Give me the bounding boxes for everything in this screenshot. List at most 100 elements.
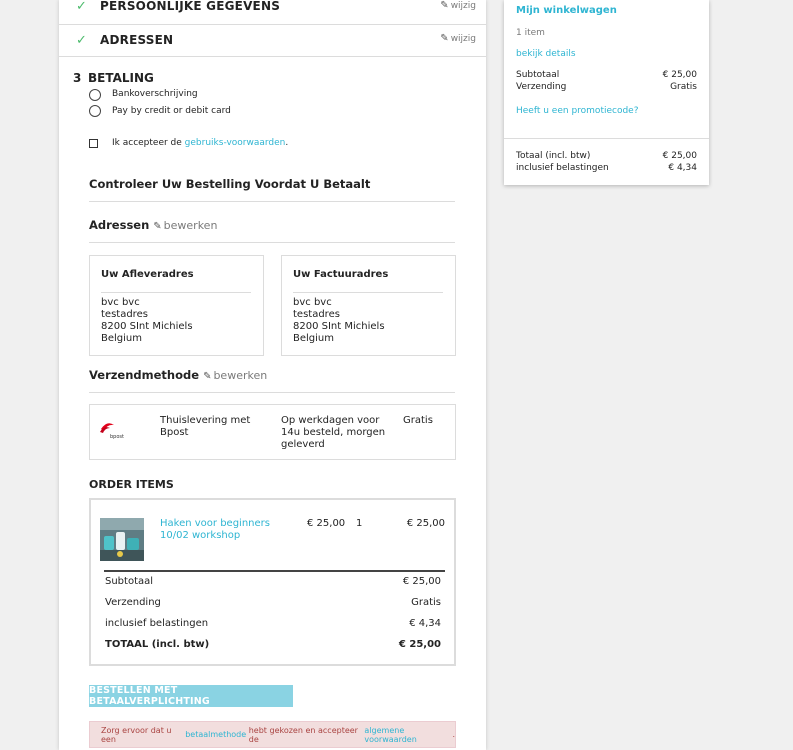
- order-tax-value: € 4,34: [409, 618, 441, 629]
- terms-link[interactable]: gebruiks-voorwaarden: [185, 138, 286, 148]
- order-tax-row: inclusief belastingen € 4,34: [105, 618, 441, 629]
- edit-personal-label: wijzig: [450, 1, 476, 11]
- terms-suffix: .: [285, 138, 289, 148]
- address-line: testadres: [101, 309, 148, 320]
- svg-text:bpost: bpost: [110, 434, 124, 440]
- terms-prefix: Ik accepteer de: [112, 138, 185, 148]
- addresses-heading: Adressen ✎ bewerken: [89, 218, 217, 232]
- step-personal-title: Persoonlijke gegevens: [100, 0, 281, 13]
- order-item-qty: 1: [356, 518, 363, 529]
- cart-details-link[interactable]: bekijk details: [516, 49, 576, 59]
- cart-item-count: 1 item: [516, 28, 545, 38]
- cart-total-label: Totaal (incl. btw): [516, 151, 591, 161]
- invoice-address-card: Uw Factuuradres bvc bvc testadres 8200 S…: [281, 255, 456, 356]
- address-line: 8200 SInt Michiels: [293, 321, 385, 332]
- edit-shipping-link[interactable]: bewerken: [213, 369, 267, 382]
- invoice-address-body: bvc bvc testadres 8200 SInt Michiels Bel…: [293, 297, 385, 345]
- delivery-address-card: Uw Afleveradres bvc bvc testadres 8200 S…: [89, 255, 264, 356]
- shipping-method-delay: Op werkdagen voor 14u besteld, morgen ge…: [281, 415, 386, 450]
- addresses-heading-label: Adressen: [89, 218, 150, 232]
- promo-code-link[interactable]: Heeft u een promotiecode?: [516, 106, 639, 116]
- order-items-box: Haken voor beginners 10/02 workshop € 25…: [89, 498, 456, 666]
- cart-subtotal-row: Subtotaal € 25,00: [516, 70, 697, 80]
- edit-personal-link[interactable]: ✎ wijzig: [440, 0, 476, 11]
- address-line: bvc bvc: [293, 297, 332, 308]
- shipping-method-price: Gratis: [403, 415, 433, 426]
- cart-total-row: Totaal (incl. btw) € 25,00: [516, 151, 697, 161]
- alert-text-1: Zorg ervoor dat u een: [101, 725, 172, 744]
- divider: [89, 201, 455, 202]
- address-line: Belgium: [101, 333, 142, 344]
- review-heading: Controleer Uw Bestelling Voordat U Betaa…: [89, 177, 371, 191]
- order-subtotal-value: € 25,00: [402, 576, 441, 587]
- cart-tax-value: € 4,34: [668, 163, 697, 173]
- cart-subtotal-label: Subtotaal: [516, 70, 560, 80]
- address-line: bvc bvc: [101, 297, 140, 308]
- pencil-icon: ✎: [440, 0, 449, 11]
- cart-summary: Mijn winkelwagen 1 item bekijk details S…: [504, 0, 709, 185]
- order-total-value: € 25,00: [398, 639, 441, 650]
- alert-terms-link[interactable]: algemene voorwaarden: [364, 726, 452, 744]
- payment-option-bank-transfer[interactable]: Bankoverschrijving: [112, 89, 198, 99]
- invoice-address-title: Uw Factuuradres: [293, 269, 389, 280]
- divider: [504, 138, 709, 139]
- address-line: testadres: [293, 309, 340, 320]
- step-addresses-title: Adressen: [100, 33, 174, 47]
- shipping-heading: Verzendmethode ✎ bewerken: [89, 368, 267, 382]
- edit-addresses-review-link[interactable]: bewerken: [164, 219, 218, 232]
- terms-checkbox[interactable]: [89, 139, 98, 148]
- order-item-total: € 25,00: [406, 518, 445, 529]
- terms-label: Ik accepteer de gebruiks-voorwaarden.: [112, 138, 288, 148]
- cart-shipping-value: Gratis: [670, 82, 697, 92]
- divider: [293, 292, 443, 293]
- divider: [104, 570, 445, 572]
- order-subtotal-row: Subtotaal € 25,00: [105, 576, 441, 587]
- radio-bank-transfer[interactable]: [89, 89, 101, 101]
- divider: [89, 242, 455, 243]
- divider: [101, 292, 251, 293]
- cart-tax-label: inclusief belastingen: [516, 163, 609, 173]
- radio-credit-card[interactable]: [89, 105, 101, 117]
- edit-addresses-label: wijzig: [450, 34, 476, 44]
- address-line: Belgium: [293, 333, 334, 344]
- order-shipping-row: Verzending Gratis: [105, 597, 441, 608]
- step-payment-title: Betaling: [88, 71, 154, 85]
- alert-message: Zorg ervoor dat u een betaalmethode hebt…: [89, 721, 456, 748]
- divider: [89, 392, 455, 393]
- shipping-method-name: Thuislevering met Bpost: [160, 415, 251, 438]
- order-total-label: TOTAAL (incl. btw): [105, 639, 210, 650]
- shipping-method-card: bpost Thuislevering met Bpost Op werkdag…: [89, 404, 456, 460]
- alert-payment-link[interactable]: betaalmethode: [185, 730, 246, 739]
- order-item-name[interactable]: Haken voor beginners 10/02 workshop: [160, 518, 275, 542]
- order-total-row: TOTAAL (incl. btw) € 25,00: [105, 639, 441, 650]
- step-payment-number: 3: [73, 71, 82, 85]
- place-order-button[interactable]: Bestellen met betaalverplichting: [89, 685, 293, 707]
- pencil-icon: ✎: [440, 33, 449, 44]
- order-subtotal-label: Subtotaal: [105, 576, 154, 587]
- address-line: 8200 SInt Michiels: [101, 321, 193, 332]
- check-icon: ✓: [76, 0, 87, 14]
- order-shipping-value: Gratis: [411, 597, 441, 608]
- step-addresses[interactable]: ✓ Adressen ✎ wijzig: [59, 25, 486, 57]
- pencil-icon: ✎: [153, 221, 162, 232]
- edit-addresses-link[interactable]: ✎ wijzig: [440, 33, 476, 44]
- delivery-address-body: bvc bvc testadres 8200 SInt Michiels Bel…: [101, 297, 193, 345]
- shipping-heading-label: Verzendmethode: [89, 368, 200, 382]
- cart-subtotal-value: € 25,00: [662, 70, 697, 80]
- order-shipping-label: Verzending: [105, 597, 161, 608]
- delivery-address-title: Uw Afleveradres: [101, 269, 194, 280]
- order-tax-label: inclusief belastingen: [105, 618, 209, 629]
- cart-shipping-row: Verzending Gratis: [516, 82, 697, 92]
- payment-option-credit-card[interactable]: Pay by credit or debit card: [112, 106, 231, 116]
- product-thumbnail[interactable]: [100, 518, 144, 561]
- pencil-icon: ✎: [203, 371, 212, 382]
- cart-total-value: € 25,00: [662, 151, 697, 161]
- alert-text-3: .: [452, 730, 455, 739]
- cart-tax-row: inclusief belastingen € 4,34: [516, 163, 697, 173]
- checkout-main: ✓ Persoonlijke gegevens ✎ wijzig ✓ Adress…: [59, 0, 486, 750]
- bpost-logo: bpost: [98, 419, 128, 441]
- step-personal-info[interactable]: ✓ Persoonlijke gegevens ✎ wijzig: [59, 0, 486, 25]
- cart-title: Mijn winkelwagen: [516, 5, 617, 16]
- alert-text-2: hebt gekozen en accepteer de: [248, 725, 358, 744]
- check-icon: ✓: [76, 33, 87, 48]
